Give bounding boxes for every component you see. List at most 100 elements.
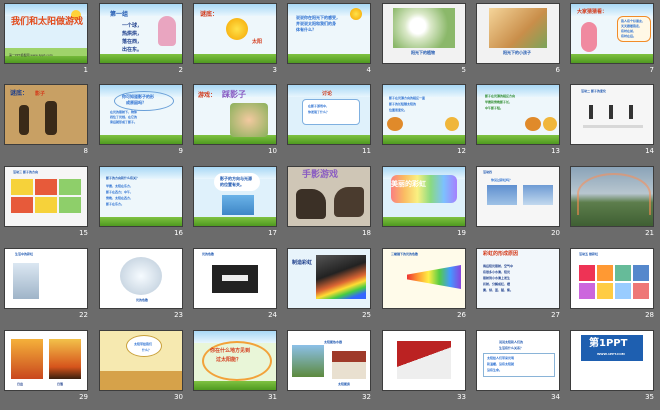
slide-preview[interactable]: 美丽的彩虹 <box>382 166 466 227</box>
slide-preview[interactable]: 阳光下的植物 <box>382 3 466 64</box>
slide-thumbnail[interactable]: 第1PPT WWW.1PPT.COM 35 <box>566 327 660 408</box>
slide-thumbnail[interactable]: 说说太阳和人们的 生活有什么关系？ 太阳给人们带来光明 和温暖，没有太阳就 没有生命。 3… <box>472 327 566 408</box>
slide-text: 三棱镜下的光的色散 <box>391 252 419 256</box>
slide-preview[interactable]: 活动三 影子的方向 <box>4 166 88 227</box>
slide-thumbnail[interactable]: 三棱镜下的光的色散 26 <box>378 245 472 326</box>
slide-thumbnail[interactable]: 生活中的彩虹 22 <box>0 245 94 326</box>
slide-text: 黄、绿、蓝、靛、紫。 <box>483 288 514 292</box>
slide-text: 出在东。 <box>122 47 143 53</box>
slide-thumbnail[interactable]: 太阳能热水器 太阳能房 32 <box>283 327 377 408</box>
slide-preview[interactable]: 光的色散 <box>193 248 277 309</box>
slide-text: 和温暖，没有太阳就 <box>487 362 515 366</box>
slide-thumbnail[interactable]: 谜底： 太阳 3 <box>189 0 283 81</box>
grass-border <box>100 135 182 144</box>
slide-thumbnail[interactable]: 光的色散 24 <box>189 245 283 326</box>
slide-thumbnail[interactable]: 大家猜猜看： 我人有个好朋友， 天天跟着我走， 有时在前， 有时在后。 7 <box>566 0 660 81</box>
color-swatch <box>633 265 649 281</box>
slide-preview[interactable]: 说说太阳和人们的 生活有什么关系？ 太阳给人们带来光明 和温暖，没有太阳就 没有生命。 <box>476 330 560 391</box>
slide-text: 活动三 影子的方向 <box>13 170 39 174</box>
slide-preview[interactable]: 你可知道影子的形 成原因吗？ 在光的照射下，物体 挡住了光线，在它的 背后就形成了影子。 <box>99 84 183 145</box>
slide-preview[interactable]: 影子的方向和什么有关？ 早晨，太阳在东方， 影子在西方；中午， 傍晚，太阳在西方， 影子… <box>99 166 183 227</box>
slide-text: 你见过彩虹吗？ <box>491 178 513 182</box>
slide-thumbnail[interactable]: 阳光下的植物 5 <box>378 0 472 81</box>
slide-thumbnail[interactable]: 影子的方向与光源 的位置有关。 17 <box>189 163 283 244</box>
slide-thumbnail[interactable]: 活动五 做彩虹 28 <box>566 245 660 326</box>
slide-preview[interactable]: 影子在光源的相反方向 早晨和傍晚影子长， 中午影子短。 <box>476 84 560 145</box>
slide-thumbnail[interactable]: 手影游戏 18 <box>283 163 377 244</box>
slide-preview[interactable]: 生活中的彩虹 <box>4 248 88 309</box>
slide-text: 有很多小水滴，阳光 <box>483 270 511 274</box>
shadow-figure <box>19 105 29 135</box>
slide-preview[interactable]: 太阳带给我们 什么？ <box>99 330 183 391</box>
slide-preview[interactable]: 太阳能热水器 太阳能房 <box>287 330 371 391</box>
slide-thumbnail[interactable]: 日出 日落 29 <box>0 327 94 408</box>
slide-text: 影子在东方。 <box>106 202 125 206</box>
slide-text: 体有什么？ <box>296 27 316 32</box>
bear-figure <box>525 117 541 131</box>
slide-text: 影子在西方；中午， <box>106 190 134 194</box>
slide-preview[interactable] <box>570 166 654 227</box>
slide-text: 我人有个好朋友， <box>621 19 646 23</box>
slide-number: 4 <box>366 66 371 74</box>
house-photo <box>332 351 366 379</box>
slide-number: 26 <box>457 311 466 319</box>
slide-preview[interactable]: 游戏： 踩影子 <box>193 84 277 145</box>
slide-thumbnail[interactable]: 美丽的彩虹 19 <box>378 163 472 244</box>
slide-thumbnail[interactable]: 彩虹的形成原因 雨后阳光照射，空气中 有很多小水滴，阳光 照射到小水滴上发生 折射，分解… <box>472 245 566 326</box>
slide-thumbnail[interactable]: 活动四 你见过彩虹吗？ 20 <box>472 163 566 244</box>
ground-line <box>583 125 643 128</box>
slide-preview[interactable]: 三棱镜下的光的色散 <box>382 248 466 309</box>
scene-photo <box>222 195 254 215</box>
slide-preview[interactable]: 说说你在阳光下的感受， 并说说太阳和我们的身 体有什么？ <box>287 3 371 64</box>
slide-text: 我们和太阳做游戏 <box>11 17 84 27</box>
slide-preview[interactable]: 制造彩虹 <box>287 248 371 309</box>
slide-thumbnail[interactable]: 太阳带给我们 什么？ 30 <box>95 327 189 408</box>
slide-preview[interactable]: 你在什么地方见到 过太阳能？ <box>193 330 277 391</box>
slide-thumbnail[interactable]: 阳光下的小孩子 6 <box>472 0 566 81</box>
slide-preview[interactable]: 光的色散 <box>99 248 183 309</box>
slide-preview[interactable]: 活动四 你见过彩虹吗？ <box>476 166 560 227</box>
slide-thumbnail[interactable]: 活动三 影子的方向 15 <box>0 163 94 244</box>
slide-preview[interactable]: 日出 日落 <box>4 330 88 391</box>
slide-thumbnail[interactable]: 制造彩虹 25 <box>283 245 377 326</box>
slide-thumbnail[interactable]: 影子的方向和什么有关？ 早晨，太阳在东方， 影子在西方；中午， 傍晚，太阳在西方， 影子… <box>95 163 189 244</box>
slide-preview[interactable]: 大家猜猜看： 我人有个好朋友， 天天跟着我走， 有时在前， 有时在后。 <box>570 3 654 64</box>
slide-thumbnail[interactable]: 光的色散 23 <box>95 245 189 326</box>
slide-preview[interactable]: 第一组 一个球， 热烘烘， 落在西， 出在东。 <box>99 3 183 64</box>
slide-thumbnail[interactable]: 第一组 一个球， 热烘烘， 落在西， 出在东。 2 <box>95 0 189 81</box>
slide-text: 生活有什么关系？ <box>499 346 524 350</box>
slide-number: 24 <box>268 311 277 319</box>
slide-preview[interactable]: 彩虹的形成原因 雨后阳光照射，空气中 有很多小水滴，阳光 照射到小水滴上发生 折射，分解… <box>476 248 560 309</box>
slide-preview[interactable]: 讨论 在影子游戏中， 你发现了什么？ <box>287 84 371 145</box>
slide-preview[interactable]: 手影游戏 <box>287 166 371 227</box>
sunset-photo <box>49 339 81 379</box>
slide-preview[interactable]: 影子在光源方向的相反一面 影子的长短随太阳的 位置而变化。 <box>382 84 466 145</box>
slide-preview[interactable] <box>382 330 466 391</box>
slide-thumbnail[interactable]: 影子在光源方向的相反一面 影子的长短随太阳的 位置而变化。 12 <box>378 81 472 162</box>
slide-preview[interactable]: 第1PPT WWW.1PPT.COM <box>570 330 654 391</box>
color-swatch <box>597 265 613 281</box>
slide-preview[interactable]: 活动二 影子的变化 <box>570 84 654 145</box>
slide-preview[interactable]: 活动五 做彩虹 <box>570 248 654 309</box>
slide-thumbnail[interactable]: 你可知道影子的形 成原因吗？ 在光的照射下，物体 挡住了光线，在它的 背后就形成了影子。… <box>95 81 189 162</box>
slide-preview[interactable]: 谜底： 太阳 <box>193 3 277 64</box>
slide-text: 光的色散 <box>202 252 215 256</box>
slide-thumbnail[interactable]: 谜底： 影子 8 <box>0 81 94 162</box>
slide-thumbnail[interactable]: 游戏： 踩影子 10 <box>189 81 283 162</box>
slide-preview[interactable]: 我们和太阳做游戏 第一PPT模板网 www.1ppt.com <box>4 3 88 64</box>
slide-preview[interactable]: 阳光下的小孩子 <box>476 3 560 64</box>
slide-preview[interactable]: 谜底： 影子 <box>4 84 88 145</box>
slide-thumbnail[interactable]: 21 <box>566 163 660 244</box>
slide-text: 折射，分解成红、橙 <box>483 282 511 286</box>
slide-thumbnail[interactable]: 说说你在阳光下的感受， 并说说太阳和我们的身 体有什么？ 4 <box>283 0 377 81</box>
slide-thumbnail[interactable]: 讨论 在影子游戏中， 你发现了什么？ 11 <box>283 81 377 162</box>
slide-thumbnail[interactable]: 33 <box>378 327 472 408</box>
slide-thumbnail[interactable]: 我们和太阳做游戏 第一PPT模板网 www.1ppt.com 1 <box>0 0 94 81</box>
slide-thumbnail[interactable]: 活动二 影子的变化 14 <box>566 81 660 162</box>
slide-preview[interactable]: 影子的方向与光源 的位置有关。 <box>193 166 277 227</box>
slide-thumbnail[interactable]: 影子在光源的相反方向 早晨和傍晚影子长， 中午影子短。 13 <box>472 81 566 162</box>
slide-thumbnail[interactable]: 你在什么地方见到 过太阳能？ 31 <box>189 327 283 408</box>
slide-number: 5 <box>461 66 466 74</box>
slide-number: 13 <box>551 147 560 155</box>
slide-text: 你发现了什么？ <box>308 110 330 114</box>
